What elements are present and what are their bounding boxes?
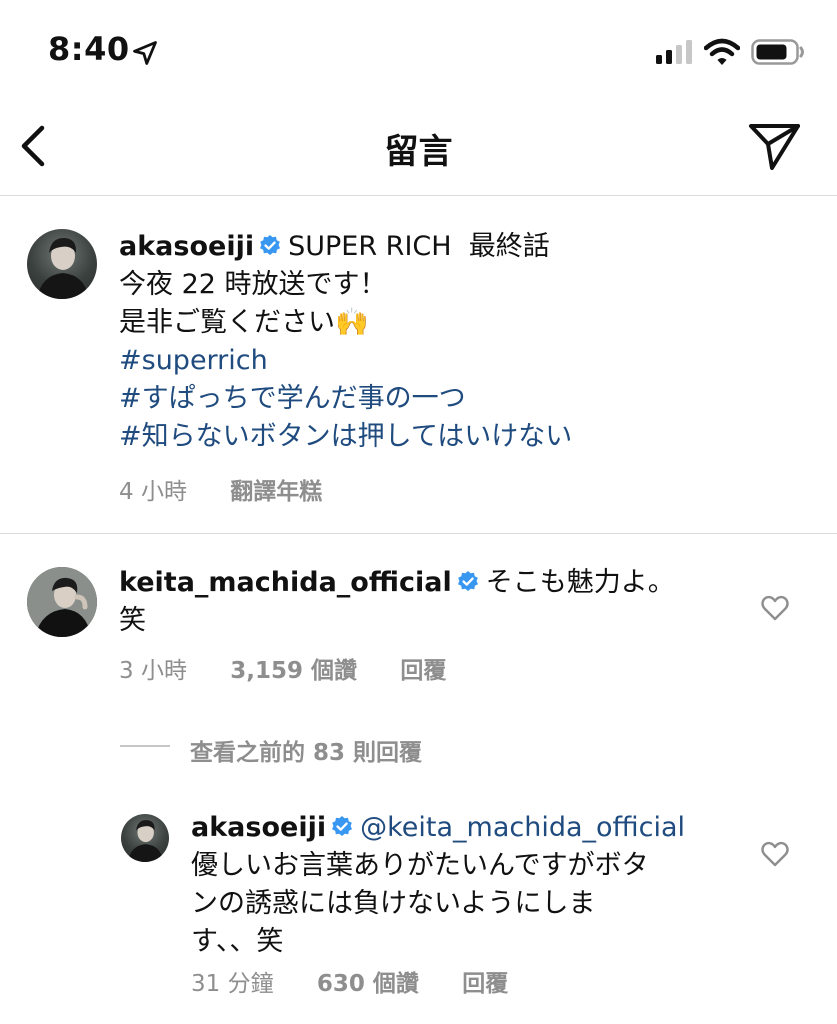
reply-text: す、、笑 — [191, 926, 284, 957]
comment-meta: 3 小時 3,159 個讚 回覆 — [119, 651, 446, 685]
like-heart-icon[interactable] — [760, 594, 790, 622]
battery-icon — [751, 39, 804, 65]
hashtag-link[interactable]: #superrich — [119, 342, 819, 380]
comment-text: そこも魅力よ。 — [485, 567, 675, 598]
comment-timestamp: 3 小時 — [119, 658, 187, 684]
reply-text: ンの誘惑には負けないようにしま — [191, 888, 596, 919]
verified-badge-icon — [260, 235, 281, 255]
caption-username[interactable]: akasoeiji — [119, 231, 254, 262]
header-divider — [0, 195, 837, 196]
like-heart-icon[interactable] — [760, 840, 790, 868]
caption-body: akasoeiji SUPER RICH 最終話 今夜 22 時放送です！ 是非ご… — [119, 228, 819, 456]
reply-body: akasoeiji @keita_machida_official 優しいお言葉あ… — [191, 809, 751, 961]
caption-title-text: SUPER RICH 最終話 — [288, 231, 550, 262]
caption-avatar[interactable] — [27, 229, 97, 299]
comment-username[interactable]: keita_machida_official — [119, 567, 452, 598]
comment-body: keita_machida_official そこも魅力よ。 笑 — [119, 564, 739, 640]
caption-line: 是非ご覧ください🙌 — [119, 307, 369, 338]
replies-line — [120, 745, 170, 747]
caption-timestamp: 4 小時 — [119, 479, 187, 505]
status-time: 8:40 — [48, 30, 130, 68]
hashtag-link[interactable]: #すぱっちで学んだ事の一つ — [119, 380, 819, 418]
comment-reply-button[interactable]: 回覆 — [400, 658, 446, 684]
verified-badge-icon — [457, 571, 478, 591]
person-silhouette-icon — [37, 237, 89, 299]
location-arrow-icon — [133, 41, 157, 65]
verified-badge-icon — [332, 816, 353, 836]
caption-line: 今夜 22 時放送です！ — [119, 269, 387, 300]
reply-avatar[interactable] — [121, 814, 169, 862]
reply-reply-button[interactable]: 回覆 — [462, 971, 508, 997]
share-send-button[interactable] — [746, 120, 802, 174]
reply-timestamp: 31 分鐘 — [191, 971, 274, 997]
mention-link[interactable]: @keita_machida_official — [360, 812, 685, 843]
reply-text: 優しいお言葉ありがたいんですがボタ — [191, 850, 649, 881]
person-silhouette-icon — [127, 820, 164, 862]
page-title: 留言 — [384, 132, 453, 172]
reply-likes-count[interactable]: 630 個讚 — [317, 971, 419, 997]
view-replies-label: 查看之前的 83 則回覆 — [190, 740, 423, 766]
cellular-signal-icon — [656, 40, 692, 64]
hashtag-link[interactable]: #知らないボタンは押してはいけない — [119, 418, 819, 456]
wifi-icon — [704, 38, 740, 65]
translate-button[interactable]: 翻譯年糕 — [230, 479, 322, 505]
caption-divider — [0, 533, 837, 534]
reply-username[interactable]: akasoeiji — [191, 812, 326, 843]
comment-avatar[interactable] — [27, 567, 97, 637]
reply-meta: 31 分鐘 630 個讚 回覆 — [191, 964, 508, 998]
comment-likes-count[interactable]: 3,159 個讚 — [230, 658, 357, 684]
person-silhouette-icon — [27, 567, 97, 637]
caption-meta: 4 小時 翻譯年糕 — [119, 472, 322, 506]
view-previous-replies-button[interactable]: 查看之前的 83 則回覆 — [190, 733, 422, 767]
comment-text-cont: 笑 — [119, 605, 146, 636]
